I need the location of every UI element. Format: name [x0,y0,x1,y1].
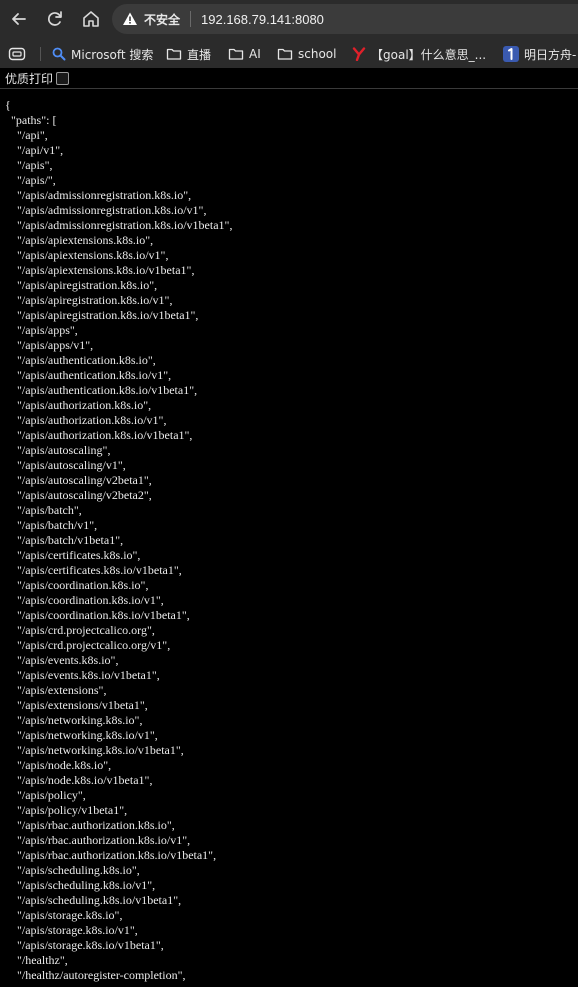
bookmark-label: AI [249,47,261,61]
json-line: "/apis/apps/v1", [5,338,94,352]
json-line: "/apis/policy", [5,788,86,802]
json-line: "/apis/extensions", [5,683,107,697]
json-line: "/apis/apiextensions.k8s.io/v1beta1", [5,263,195,277]
json-line: "/apis/admissionregistration.k8s.io", [5,188,192,202]
address-bar[interactable]: 不安全 192.168.79.141:8080 [112,4,578,34]
security-label[interactable]: 不安全 [144,11,180,28]
bookmark-goal[interactable]: 【goal】什么意思_... [352,45,486,63]
folder-icon [166,47,182,61]
json-line: "/apis/storage.k8s.io", [5,908,123,922]
json-line: "/apis/rbac.authorization.k8s.io/v1beta1… [5,848,217,862]
json-line: "/apis/coordination.k8s.io/v1", [5,593,164,607]
json-line: "/api", [5,128,48,142]
json-line: "/apis/coordination.k8s.io", [5,578,149,592]
json-line: "/apis/admissionregistration.k8s.io/v1be… [5,218,233,232]
json-line: "/healthz/autoregister-completion", [5,968,186,982]
y-logo-icon [352,47,366,61]
json-line: "/apis/batch", [5,503,82,517]
pretty-print-checkbox[interactable] [56,71,70,85]
bookmark-microsoft-search[interactable]: Microsoft 搜索 [52,45,153,63]
warning-icon[interactable] [122,11,138,27]
bookmark-label: 【goal】什么意思_... [371,47,487,62]
search-icon [52,47,66,61]
number-one-icon [503,46,519,62]
json-line: "/apis/authentication.k8s.io/v1beta1", [5,383,198,397]
json-line: "/apis/coordination.k8s.io/v1beta1", [5,608,190,622]
home-button[interactable] [78,6,104,32]
bookmark-label: 直播 [187,47,212,62]
reload-icon [48,11,62,26]
pretty-print-label: 优质打印 [5,71,54,86]
json-line: "/apis/extensions/v1beta1", [5,698,148,712]
back-button[interactable] [6,6,32,32]
json-line: "/apis/scheduling.k8s.io/v1beta1", [5,893,182,907]
json-line: "/apis/", [5,173,56,187]
json-line: "/apis/crd.projectcalico.org", [5,623,155,637]
bookmark-arknights[interactable]: 明日方舟- [503,45,576,63]
json-line: "paths": [ [5,113,57,127]
json-line: { [5,98,11,112]
tab-actions-icon [8,47,26,61]
bookmark-folder-ai[interactable]: AI [228,45,261,63]
json-line: "/apis/storage.k8s.io/v1", [5,923,138,937]
json-line: "/apis/authorization.k8s.io/v1beta1", [5,428,193,442]
json-line: "/apis/rbac.authorization.k8s.io/v1", [5,833,191,847]
bookmarks-divider [40,47,41,61]
browser-toolbar: 不安全 192.168.79.141:8080 [0,0,578,38]
json-line: "/apis/networking.k8s.io/v1beta1", [5,743,184,757]
json-line: "/apis/apiregistration.k8s.io", [5,278,158,292]
json-line: "/apis/certificates.k8s.io/v1beta1", [5,563,182,577]
folder-icon [277,47,293,61]
json-line: "/apis/events.k8s.io", [5,653,119,667]
json-line: "/apis/rbac.authorization.k8s.io", [5,818,175,832]
json-line: "/apis/events.k8s.io/v1beta1", [5,668,160,682]
json-line: "/apis/crd.projectcalico.org/v1", [5,638,171,652]
json-line: "/apis/scheduling.k8s.io/v1", [5,878,156,892]
bookmark-label: Microsoft 搜索 [71,47,154,62]
json-line: "/apis/authorization.k8s.io/v1", [5,413,167,427]
json-line: "/apis/autoscaling/v2beta1", [5,473,152,487]
json-line: "/apis", [5,158,53,172]
json-line: "/apis/authentication.k8s.io", [5,353,156,367]
json-line: "/apis/scheduling.k8s.io", [5,863,140,877]
json-line: "/api/v1", [5,143,64,157]
json-line: "/apis/autoscaling/v2beta2", [5,488,152,502]
browser-window: 不安全 192.168.79.141:8080 Microsoft 搜索 直播 … [0,0,578,987]
bookmark-folder-live[interactable]: 直播 [166,45,211,63]
json-line: "/apis/apiextensions.k8s.io/v1", [5,248,169,262]
json-line: "/apis/apiextensions.k8s.io", [5,233,154,247]
json-line: "/apis/apiregistration.k8s.io/v1", [5,293,173,307]
json-line: "/apis/autoscaling/v1", [5,458,126,472]
bookmark-label: school [298,47,337,61]
json-line: "/apis/apps", [5,323,78,337]
json-line: "/apis/batch/v1", [5,518,98,532]
pretty-print-divider [0,88,578,89]
json-line: "/apis/node.k8s.io/v1beta1", [5,773,153,787]
reload-button[interactable] [42,6,68,32]
json-line: "/apis/networking.k8s.io/v1", [5,728,158,742]
json-viewer: { "paths": [ "/api", "/api/v1", "/apis",… [5,98,578,983]
json-line: "/apis/storage.k8s.io/v1beta1", [5,938,164,952]
folder-icon [228,47,244,61]
json-line: "/apis/authentication.k8s.io/v1", [5,368,172,382]
json-line: "/healthz", [5,953,68,967]
url-text[interactable]: 192.168.79.141:8080 [201,12,324,27]
json-line: "/apis/admissionregistration.k8s.io/v1", [5,203,207,217]
json-line: "/apis/node.k8s.io", [5,758,112,772]
json-line: "/apis/certificates.k8s.io", [5,548,141,562]
home-icon [83,11,99,27]
json-line: "/apis/batch/v1beta1", [5,533,124,547]
address-separator [190,11,192,27]
json-line: "/apis/authorization.k8s.io", [5,398,152,412]
json-line: "/apis/networking.k8s.io", [5,713,143,727]
json-line: "/apis/policy/v1beta1", [5,803,128,817]
arrow-left-icon [12,13,26,25]
json-line: "/apis/apiregistration.k8s.io/v1beta1", [5,308,199,322]
pretty-print-row: 优质打印 [0,68,578,88]
bookmark-folder-school[interactable]: school [277,45,336,63]
bookmarks-bar: Microsoft 搜索 直播 AI school 【goal】什么意思_...… [0,38,578,68]
json-line: "/apis/autoscaling", [5,443,111,457]
bookmark-label: 明日方舟- [524,47,577,62]
tab-actions-button[interactable] [8,45,31,63]
